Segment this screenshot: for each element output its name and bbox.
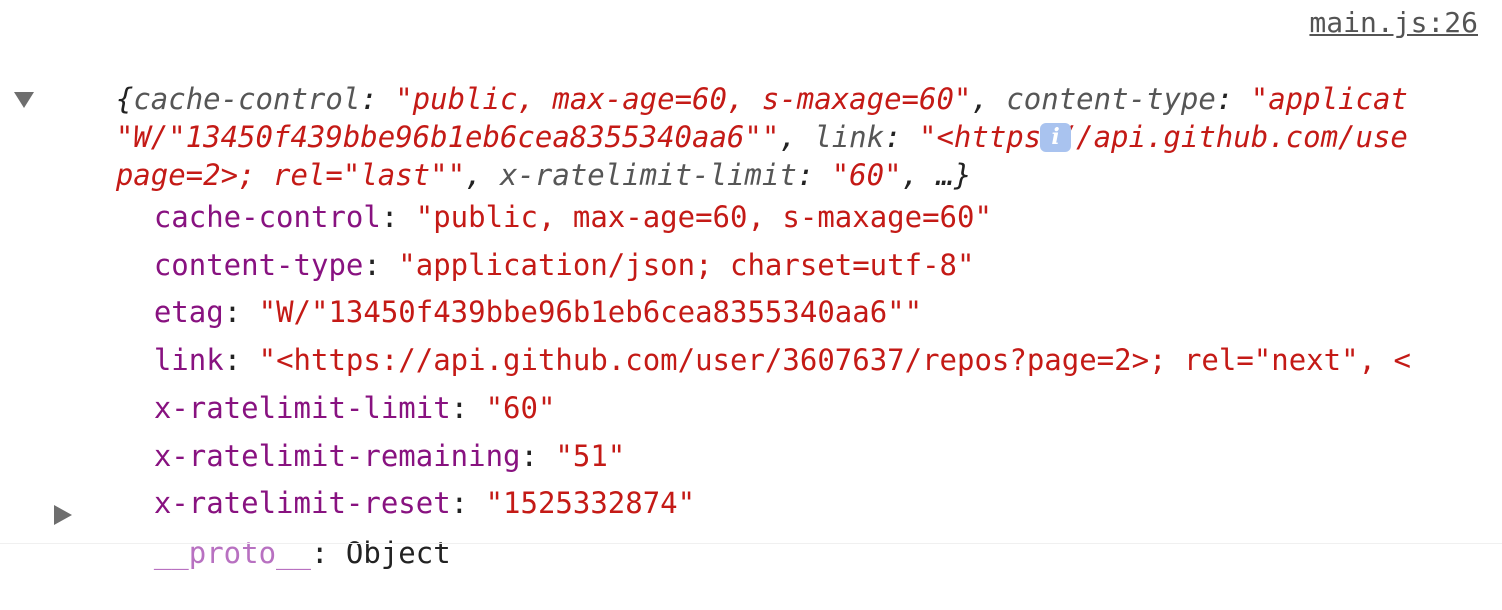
console-message: main.js:26 {cache-control: "public, max-…: [0, 0, 1502, 570]
proto-colon: :: [310, 536, 346, 570]
source-link[interactable]: main.js:26: [1309, 4, 1478, 42]
collapse-triangle-icon[interactable]: [14, 92, 34, 108]
proto-row[interactable]: __proto__: Object: [84, 496, 451, 610]
proto-value: Object: [345, 536, 451, 570]
proto-key: __proto__: [153, 536, 311, 570]
property-colon: :: [450, 486, 486, 520]
expand-triangle-icon[interactable]: [54, 505, 72, 525]
property-value: "1525332874": [485, 486, 696, 520]
info-icon[interactable]: i: [1040, 123, 1071, 152]
summary-value: "<https://api.github.com/use: [919, 120, 1408, 154]
